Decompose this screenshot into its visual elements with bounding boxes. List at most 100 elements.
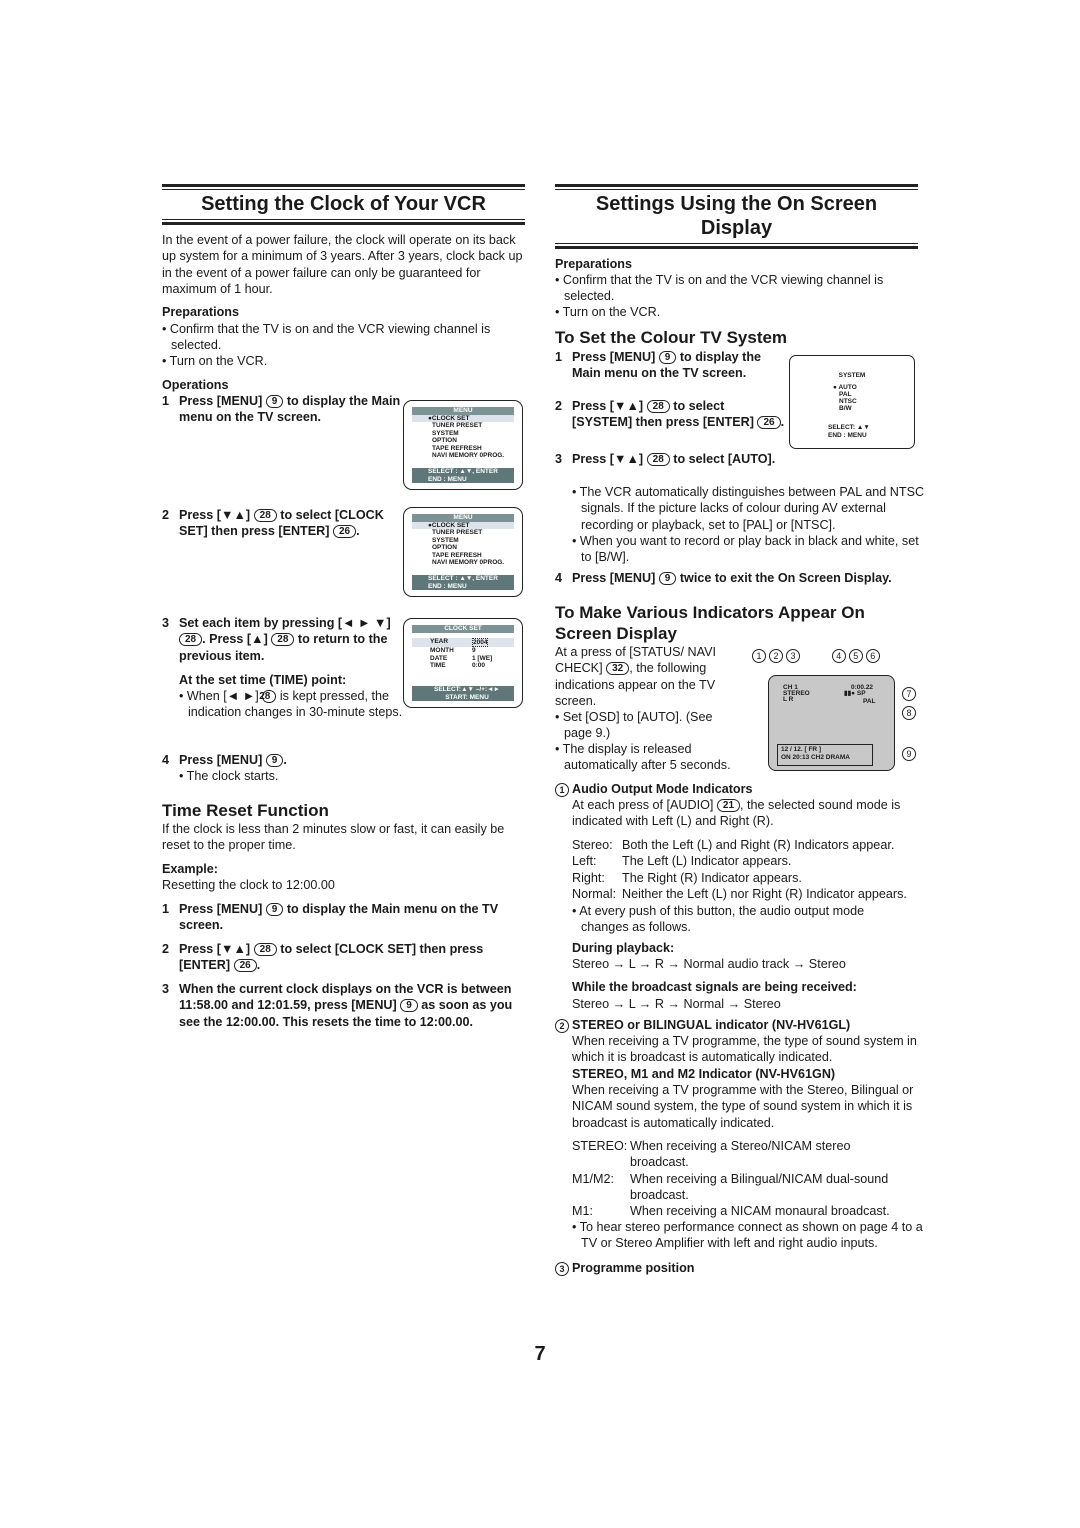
step-text: Press [MENU] xyxy=(179,394,263,408)
step-1: 1 Press [MENU] 9 to display the Main menu… xyxy=(162,393,401,426)
page-ref: 28 xyxy=(271,633,295,647)
step-text: Press [▼▲] xyxy=(179,942,251,956)
callout-9: 9 xyxy=(902,747,916,761)
mode-label: STEREO: xyxy=(572,1139,628,1153)
osd-item: TAPE REFRESH xyxy=(432,551,482,559)
osd-item: NAVI MEMORY 0PROG. xyxy=(432,452,505,459)
osd-footer-line: SELECT: ▲▼ xyxy=(828,424,870,431)
osd-label: YEAR xyxy=(430,637,449,645)
page-ref: 9 xyxy=(265,395,284,408)
audio-heading: 1 Audio Output Mode Indicators xyxy=(555,781,753,797)
osd-item: PAL xyxy=(839,391,852,398)
mode-desc: When receiving a Bilingual/NICAM dual-so… xyxy=(630,1171,889,1202)
step-number: 2 xyxy=(555,399,563,413)
indicator-diagram: CH 1 STEREO L R 0:00.22 ▮▮● SP PAL 12 / … xyxy=(748,645,920,775)
mode-desc: Neither the Left (L) nor Right (R) Indic… xyxy=(622,886,907,901)
tv-screen-indicators: CH 1 STEREO L R 0:00.22 ▮▮● SP PAL 12 / … xyxy=(768,675,895,771)
page-ref: 9 xyxy=(658,351,677,364)
preparations-heading: Preparations xyxy=(555,257,632,271)
callout-4: 4 xyxy=(831,649,846,663)
osd-header: CLOCK SET xyxy=(412,625,514,633)
osd-header: MENU xyxy=(412,514,514,522)
prep-item: • Confirm that the TV is on and the VCR … xyxy=(162,322,491,353)
page-ref: 28 xyxy=(259,690,277,703)
preparations-heading: Preparations xyxy=(162,305,239,319)
m1-mode-row: M1: When receiving a NICAM monaural broad… xyxy=(572,1203,920,1219)
mode-label: M1: xyxy=(572,1204,593,1219)
audio-intro: At each press of [AUDIO] 21, the selecte… xyxy=(572,797,922,830)
mode-label: Normal: xyxy=(572,886,617,901)
step-number: 1 xyxy=(555,350,563,364)
mode-desc: When receiving a Stereo/NICAM stereo bro… xyxy=(630,1139,851,1170)
tv-screen-clock-set: CLOCK SET YEAR 2004 MONTH 9 DATE 1 [WE] TIM… xyxy=(403,618,523,708)
note-text: • When [◄ ►] xyxy=(179,689,259,703)
tape-speed: SP xyxy=(856,690,866,697)
osd-value: 0:00 xyxy=(472,662,486,669)
section-heading: To Set the Colour TV System xyxy=(555,328,788,347)
step-text: Press [▼▲] xyxy=(572,399,644,413)
m1-heading: STEREO, M1 and M2 Indicator (NV-HV61GN) xyxy=(572,1067,836,1081)
step-text: . xyxy=(256,958,261,973)
step-number: 3 xyxy=(162,982,170,996)
colour-note: • When you want to record or play back i… xyxy=(572,534,919,565)
manual-page: Setting the Clock of Your VCR In the eve… xyxy=(0,0,1080,1528)
colour-note: • The VCR automatically distinguishes be… xyxy=(572,485,925,532)
osd-item: TUNER PRESET xyxy=(432,422,483,429)
osd-footer-line: SELECT : ▲▼, ENTER xyxy=(428,468,498,475)
osd-clock-set: CLOCK SET YEAR 2004 MONTH 9 DATE 1 [WE] TIM… xyxy=(412,625,514,701)
osd-menu: MENU ●CLOCK SET TUNER PRESET SYSTEM OPTI… xyxy=(412,407,514,483)
colour-step-4: 4 Press [MENU] 9 twice to exit the On Scr… xyxy=(555,570,937,586)
section-heading: Time Reset Function xyxy=(162,801,329,820)
mode-label: Right: xyxy=(572,870,605,885)
step-number: 1 xyxy=(162,902,170,916)
osd-item: B/W xyxy=(839,405,852,412)
m1-mode-row: M1/M2: When receiving a Bilingual/NICAM d… xyxy=(572,1171,920,1204)
colour-step-1: 1 Press [MENU] 9 to display the Main menu… xyxy=(555,349,787,382)
colour-step-2: 2 Press [▼▲] 28 to select [SYSTEM] then p… xyxy=(555,398,787,431)
osd-item: OPTION xyxy=(432,544,457,551)
osd-footer: SELECT:▲▼ –/+:◄► START: MENU xyxy=(412,686,514,701)
page-ref: 26 xyxy=(332,525,357,539)
callout-6: 6 xyxy=(865,649,880,663)
prep-item: • Turn on the VCR. xyxy=(162,354,268,368)
page-ref: 28 xyxy=(253,509,277,522)
mode-desc: When receiving a NICAM monaural broadcas… xyxy=(630,1204,890,1219)
m1-modes-list: STEREO: When receiving a Stereo/NICAM ste… xyxy=(572,1138,920,1219)
page-ref: 28 xyxy=(646,400,670,413)
stereo-heading: 2 STEREO or BILINGUAL indicator (NV-HV61G… xyxy=(555,1017,850,1033)
page-ref: 32 xyxy=(606,662,630,676)
page-ref: 28 xyxy=(179,633,203,647)
step-text: Press [▼▲] xyxy=(179,508,251,522)
mode-label: M1/M2: xyxy=(572,1171,614,1186)
step-text: Set each item by pressing [◄ ► ▼] xyxy=(179,616,391,630)
clock-starts-note: • The clock starts. xyxy=(179,769,279,783)
osd-system-options: ● AUTO PAL NTSC B/W xyxy=(833,384,857,412)
osd-item: NTSC xyxy=(839,398,857,405)
divider xyxy=(162,184,525,187)
prep-item: • Confirm that the TV is on and the VCR … xyxy=(555,273,884,304)
reset-step-3: 3 When the current clock displays on the … xyxy=(162,981,529,1030)
audio-note: • At every push of this button, the audi… xyxy=(572,904,865,935)
mode-label: Stereo: xyxy=(572,838,613,852)
osd-footer-line: START: MENU xyxy=(445,693,489,701)
mode-desc: Both the Left (L) and Right (R) Indicato… xyxy=(622,838,895,852)
osd-footer-line: END : MENU xyxy=(828,432,867,439)
step-text: . xyxy=(780,415,785,430)
step-number: 1 xyxy=(162,394,170,408)
heading-text: Programme position xyxy=(572,1261,695,1275)
m1-note: • To hear stereo performance connect as … xyxy=(572,1220,923,1251)
indicators-intro: At a press of [STATUS/ NAVI CHECK] 32, t… xyxy=(555,644,735,709)
osd-footer-line: SELECT : ▲▼, ENTER xyxy=(428,575,498,582)
playback-sequence: Stereo → L → R → Normal audio track → St… xyxy=(572,957,846,971)
mode-label: Left: xyxy=(572,854,597,869)
page-ref: 21 xyxy=(716,799,741,812)
callout-1: 1 xyxy=(555,783,569,797)
audio-mode-row: Right: The Right (R) Indicator appears. xyxy=(572,870,922,886)
step-number: 4 xyxy=(162,753,170,767)
page-ref: 28 xyxy=(253,943,277,956)
step-3: 3 Set each item by pressing [◄ ► ▼] 28. P… xyxy=(162,615,401,664)
playback-heading: During playback: xyxy=(572,941,675,955)
osd-value: 2004 xyxy=(472,637,489,647)
osd-footer: SELECT : ▲▼, ENTER END : MENU xyxy=(412,468,514,483)
divider xyxy=(555,246,918,249)
